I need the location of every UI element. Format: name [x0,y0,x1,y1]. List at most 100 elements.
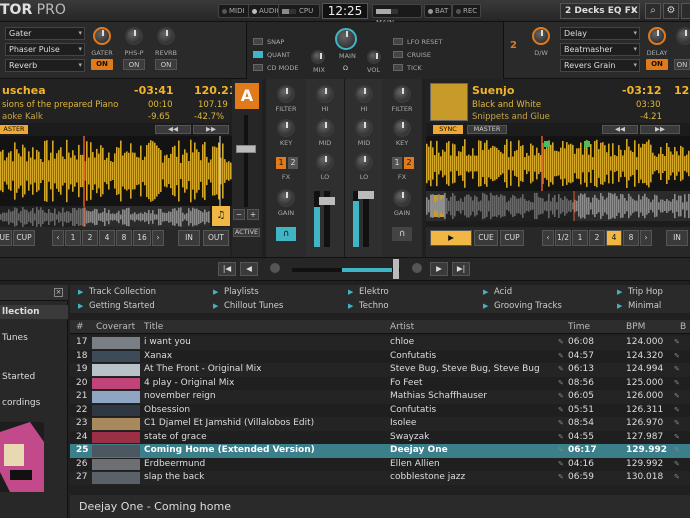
deck-a-loop-prev[interactable]: ‹ [52,230,64,246]
skip-back-a-icon[interactable]: |◀ [218,262,236,276]
channel-fader-b-handle[interactable] [358,191,374,199]
column-number[interactable]: # [76,320,84,334]
deck-a-out-button[interactable]: OUT [203,230,229,246]
deck-a-overview[interactable] [0,206,210,228]
fx-slot-3-select[interactable]: Revers Grain ▾ [560,59,640,72]
favorite-grooving-tracks[interactable]: Grooving Tracks [480,300,610,313]
hi-b-knob[interactable] [355,85,373,103]
deck-a-loop-next[interactable]: › [152,230,164,246]
headphones-a-icon[interactable]: ∩ [276,227,296,241]
fx-b-2-button[interactable]: 2 [404,157,414,169]
gater-knob[interactable] [93,27,111,45]
tick-toggle[interactable] [393,64,403,71]
column-extra[interactable]: B [680,320,686,334]
layout-selector[interactable]: 2 Decks EQ FX ▾ [560,3,640,19]
favorite-elektro[interactable]: Elektro [345,286,475,299]
deck-a-cue-button[interactable]: CUE [0,230,12,246]
mix-knob[interactable] [311,50,325,64]
snap-toggle[interactable] [253,38,263,45]
deck-a-loop-8[interactable]: 8 [116,230,132,246]
reverb-knob[interactable] [157,27,175,45]
sidebar-item-started[interactable]: Started [0,370,68,384]
deck-b-beatjump-fwd[interactable]: ▶▶ [640,125,680,134]
deck-b-loop-next[interactable]: › [640,230,652,246]
favorite-minimal[interactable]: Minimal [614,300,690,313]
fx-slot-2-select[interactable]: Beatmasher ▾ [560,43,640,56]
crossfader-handle[interactable] [393,259,399,279]
nudge-fwd-b-icon[interactable]: ▶ [430,262,448,276]
filter-a-knob[interactable] [277,85,295,103]
fx-b-1-button[interactable]: 1 [392,157,402,169]
favorite-chillout-tunes[interactable]: Chillout Tunes [210,300,340,313]
deck-a-beatjump-fwd[interactable]: ▶▶ [193,125,229,134]
headphones-b-icon[interactable]: ∩ [392,227,412,241]
deck-b-beatjump-back[interactable]: ◀◀ [602,125,638,134]
fx-a-2-button[interactable]: 2 [288,157,298,169]
favorite-trip-hop[interactable]: Trip Hop [614,286,690,299]
favorite-playlists[interactable]: Playlists [210,286,340,299]
favorite-techno[interactable]: Techno [345,300,475,313]
deck-b-loop-1[interactable]: 1 [572,230,588,246]
deck-b-master-button[interactable]: MASTER [467,125,507,134]
column-coverart[interactable]: Coverart [96,320,135,334]
favorite-getting-started[interactable]: Getting Started [75,300,205,313]
mid-b-knob[interactable] [355,119,373,137]
deck-b-loop-prev[interactable]: ‹ [542,230,554,246]
column-title[interactable]: Title [144,320,163,334]
channel-fader-a-handle[interactable] [319,197,335,205]
fx-slot-1-select[interactable]: Delay ▾ [560,27,640,40]
lo-a-knob[interactable] [316,153,334,171]
table-row[interactable]: 18 Xanax Confutatis ✎ 04:57 124.320 ✎ [70,349,690,363]
deck-a-master-button[interactable]: ASTER [0,125,28,134]
skip-fwd-b-icon[interactable]: ▶| [452,262,470,276]
deck-a-active-button[interactable]: ACTIVE [233,228,260,237]
music-note-icon[interactable]: ♫ [212,206,230,226]
tempo-minus-button[interactable]: − [233,209,245,220]
deck-b-waveform[interactable] [426,136,690,191]
gain-b-knob[interactable] [393,189,411,207]
column-bpm[interactable]: BPM [626,320,645,334]
favorite-track-collection[interactable]: Track Collection [75,286,205,299]
delay-knob[interactable] [648,27,666,45]
deck-a-waveform[interactable] [0,136,232,206]
tempo-plus-button[interactable]: + [247,209,259,220]
table-row[interactable]: 20 4 play - Original Mix Fo Feet ✎ 08:56 125.… [70,376,690,390]
deck-b-cue-button[interactable]: CUE [474,230,498,246]
deck-a-loop-4[interactable]: 4 [99,230,115,246]
deck-b-loop-half[interactable]: 1/2 [555,230,571,246]
table-row[interactable]: 22 Obsession Confutatis ✎ 05:51 126.311 ✎ [70,403,690,417]
deck-b-cup-button[interactable]: CUP [500,230,524,246]
vol-knob[interactable] [367,50,381,64]
table-row[interactable]: 23 C1 Djamel Et Jamshid (Villalobos Edit)… [70,417,690,431]
tempo-fader-handle[interactable] [236,145,256,153]
sidebar-item-recordings[interactable]: cordings [0,396,68,410]
deck-a-letter[interactable]: A [235,83,259,109]
cd-mode-toggle[interactable] [253,64,263,71]
table-row[interactable]: 25 Coming Home (Extended Version) Deejay O… [70,444,690,458]
filter-b-knob[interactable] [393,85,411,103]
table-row[interactable]: 21 november reign Mathias Schaffhauser ✎ 06:… [70,390,690,404]
deck-b-loop-8[interactable]: 8 [623,230,639,246]
settings-icon[interactable]: ⚙ [663,3,679,19]
deck-b-in-button[interactable]: IN [666,230,688,246]
gain-a-knob[interactable] [277,189,295,207]
deck-b-loop-4[interactable]: 4 [606,230,622,246]
gater-on-button[interactable]: ON [91,59,113,70]
record-indicator[interactable]: REC [452,4,482,18]
deck-a-beatjump-back[interactable]: ◀◀ [155,125,191,134]
search-icon[interactable]: ⌕ [645,3,661,19]
nudge-back-a-icon[interactable]: ◀ [240,262,258,276]
beat-on-button[interactable]: ON [674,59,690,70]
key-a-knob[interactable] [277,119,295,137]
cruise-toggle[interactable] [393,51,403,58]
phaser-on-button[interactable]: ON [123,59,145,70]
window-button[interactable] [681,3,690,19]
deck-b-overview[interactable] [426,191,690,221]
fx-a-1-button[interactable]: 1 [276,157,286,169]
main-volume-knob[interactable] [335,28,357,50]
delay-on-button[interactable]: ON [646,59,668,70]
column-time[interactable]: Time [568,320,590,334]
fx-slot-1-select[interactable]: Gater ▾ [5,27,85,40]
dw-knob[interactable] [532,27,550,45]
mid-a-knob[interactable] [316,119,334,137]
